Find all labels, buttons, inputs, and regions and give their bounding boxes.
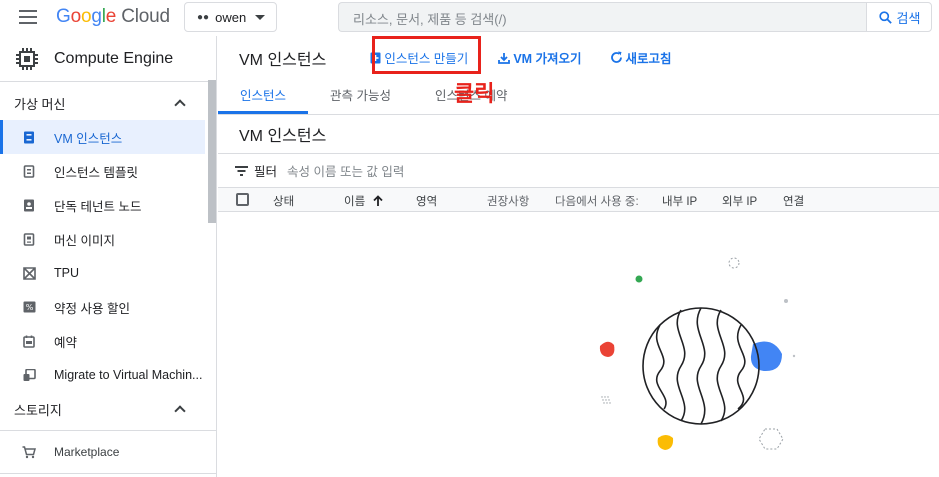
refresh-button[interactable]: 새로고침 bbox=[610, 48, 672, 67]
sidebar-item-migrate-to-vms[interactable]: Migrate to Virtual Machin... bbox=[0, 358, 205, 392]
sidebar-item-sole-tenant-nodes[interactable]: 단독 테넌트 노드 bbox=[0, 188, 205, 222]
create-instance-label: 인스턴스 만들기 bbox=[384, 52, 469, 66]
column-status[interactable]: 상태 bbox=[273, 193, 294, 209]
decor-grey-dot bbox=[792, 354, 796, 358]
decor-red-blob bbox=[599, 341, 615, 357]
empty-state-illustration bbox=[599, 257, 796, 450]
add-box-icon bbox=[370, 52, 381, 64]
select-all-checkbox[interactable] bbox=[236, 193, 249, 206]
tab-bar: 인스턴스 관측 가능성 인스턴스 예약 bbox=[218, 79, 939, 115]
sidebar-item-instance-templates[interactable]: 인스턴스 템플릿 bbox=[0, 154, 205, 188]
search-button-label: 검색 bbox=[896, 10, 921, 26]
compute-engine-icon bbox=[16, 47, 38, 70]
decor-grey-dot bbox=[784, 299, 788, 303]
action-bar: VM 인스턴스 인스턴스 만들기 VM 가져오기 새로고침 bbox=[218, 36, 939, 79]
column-in-use-by[interactable]: 다음에서 사용 중: bbox=[555, 193, 639, 209]
sidebar-item-label: Migrate to Virtual Machin... bbox=[54, 368, 203, 382]
decor-dashed-hexagon bbox=[758, 428, 784, 450]
globe-graphic bbox=[642, 307, 760, 425]
section-label: 가상 머신 bbox=[14, 96, 66, 112]
divider bbox=[0, 473, 217, 474]
search-icon bbox=[878, 10, 892, 24]
sidebar: Compute Engine 가상 머신 VM 인스턴스 인스턴스 템플릿 단독… bbox=[0, 36, 217, 477]
create-instance-button[interactable]: 인스턴스 만들기 bbox=[370, 48, 468, 67]
project-name: owen bbox=[215, 9, 247, 25]
calendar-icon bbox=[22, 334, 36, 348]
google-cloud-logo[interactable]: Google Cloud bbox=[56, 6, 170, 28]
caret-down-icon bbox=[255, 15, 265, 20]
filter-icon bbox=[235, 165, 248, 176]
import-vm-label: VM 가져오기 bbox=[513, 52, 582, 66]
svg-text:%: % bbox=[25, 303, 33, 312]
machine-image-icon bbox=[22, 232, 36, 246]
sole-tenant-icon bbox=[22, 198, 36, 212]
decor-green-dot bbox=[635, 275, 643, 283]
column-name-label: 이름 bbox=[344, 196, 366, 208]
decor-yellow-blob bbox=[657, 435, 674, 450]
column-recommendation[interactable]: 권장사항 bbox=[487, 193, 529, 209]
search-input[interactable]: 리소스, 문서, 제품 등 검색(/) bbox=[338, 2, 867, 32]
project-selector[interactable]: ●● owen bbox=[184, 2, 277, 32]
section-virtual-machines[interactable]: 가상 머신 bbox=[0, 86, 216, 120]
sidebar-item-marketplace[interactable]: Marketplace bbox=[0, 435, 205, 469]
sidebar-item-reservations[interactable]: 예약 bbox=[0, 324, 205, 358]
column-zone[interactable]: 영역 bbox=[416, 193, 437, 209]
sidebar-item-committed-use-discounts[interactable]: % 약정 사용 할인 bbox=[0, 290, 205, 324]
page-title: VM 인스턴스 bbox=[239, 51, 327, 69]
tab-observability[interactable]: 관측 가능성 bbox=[308, 85, 413, 114]
menu-icon[interactable] bbox=[19, 10, 37, 24]
instance-template-icon bbox=[22, 164, 36, 178]
search-button[interactable]: 검색 bbox=[866, 2, 932, 32]
filter-input[interactable]: 속성 이름 또는 값 입력 bbox=[287, 161, 404, 180]
divider bbox=[0, 430, 217, 431]
section-label: 스토리지 bbox=[14, 402, 62, 418]
column-internal-ip[interactable]: 내부 IP bbox=[662, 193, 697, 209]
column-external-ip[interactable]: 외부 IP bbox=[722, 193, 757, 209]
refresh-icon bbox=[610, 51, 623, 64]
click-annotation: 클릭 bbox=[454, 81, 495, 106]
top-bar: Google Cloud ●● owen 리소스, 문서, 제품 등 검색(/)… bbox=[0, 0, 939, 36]
sidebar-item-machine-images[interactable]: 머신 이미지 bbox=[0, 222, 205, 256]
decor-dot-grid bbox=[601, 396, 611, 404]
migrate-icon bbox=[22, 368, 36, 382]
sidebar-item-label: VM 인스턴스 bbox=[54, 131, 123, 146]
sidebar-item-label: Marketplace bbox=[54, 445, 120, 459]
tab-instances[interactable]: 인스턴스 bbox=[218, 85, 309, 114]
sidebar-header: Compute Engine bbox=[0, 36, 216, 82]
column-name[interactable]: 이름 bbox=[344, 193, 384, 209]
chevron-up-icon bbox=[174, 405, 186, 417]
sidebar-item-label: TPU bbox=[54, 266, 79, 280]
section-storage[interactable]: 스토리지 bbox=[0, 392, 216, 426]
sidebar-item-label: 머신 이미지 bbox=[54, 233, 115, 248]
section-title: VM 인스턴스 bbox=[218, 115, 939, 154]
decor-dashed-circle bbox=[728, 257, 740, 269]
sidebar-item-tpu[interactable]: TPU bbox=[0, 256, 205, 290]
sidebar-item-vm-instances[interactable]: VM 인스턴스 bbox=[0, 120, 205, 154]
table-header: 상태 이름 영역 권장사항 다음에서 사용 중: 내부 IP 외부 IP 연결 bbox=[218, 188, 939, 212]
sidebar-item-label: 단독 테넌트 노드 bbox=[54, 199, 142, 214]
refresh-label: 새로고침 bbox=[625, 52, 672, 66]
column-connect[interactable]: 연결 bbox=[783, 193, 804, 209]
project-icon: ●● bbox=[197, 11, 210, 23]
vm-instance-icon bbox=[22, 130, 36, 144]
sidebar-item-label: 인스턴스 템플릿 bbox=[54, 165, 138, 180]
chevron-up-icon bbox=[174, 99, 186, 111]
sidebar-scrollbar[interactable] bbox=[208, 80, 216, 223]
arrow-up-icon bbox=[373, 195, 383, 206]
discount-icon: % bbox=[22, 300, 36, 314]
import-vm-button[interactable]: VM 가져오기 bbox=[498, 48, 582, 67]
main-content: VM 인스턴스 인스턴스 만들기 VM 가져오기 새로고침 클릭 인스턴스 관측… bbox=[218, 36, 939, 477]
filter-label: 필터 bbox=[254, 165, 278, 179]
cart-icon bbox=[22, 445, 36, 459]
tpu-icon bbox=[22, 266, 36, 280]
sidebar-item-label: 예약 bbox=[54, 335, 78, 350]
sidebar-item-label: 약정 사용 할인 bbox=[54, 301, 130, 316]
filter-bar[interactable]: 필터 속성 이름 또는 값 입력 bbox=[218, 154, 939, 188]
product-title: Compute Engine bbox=[54, 49, 174, 67]
download-icon bbox=[498, 52, 511, 64]
